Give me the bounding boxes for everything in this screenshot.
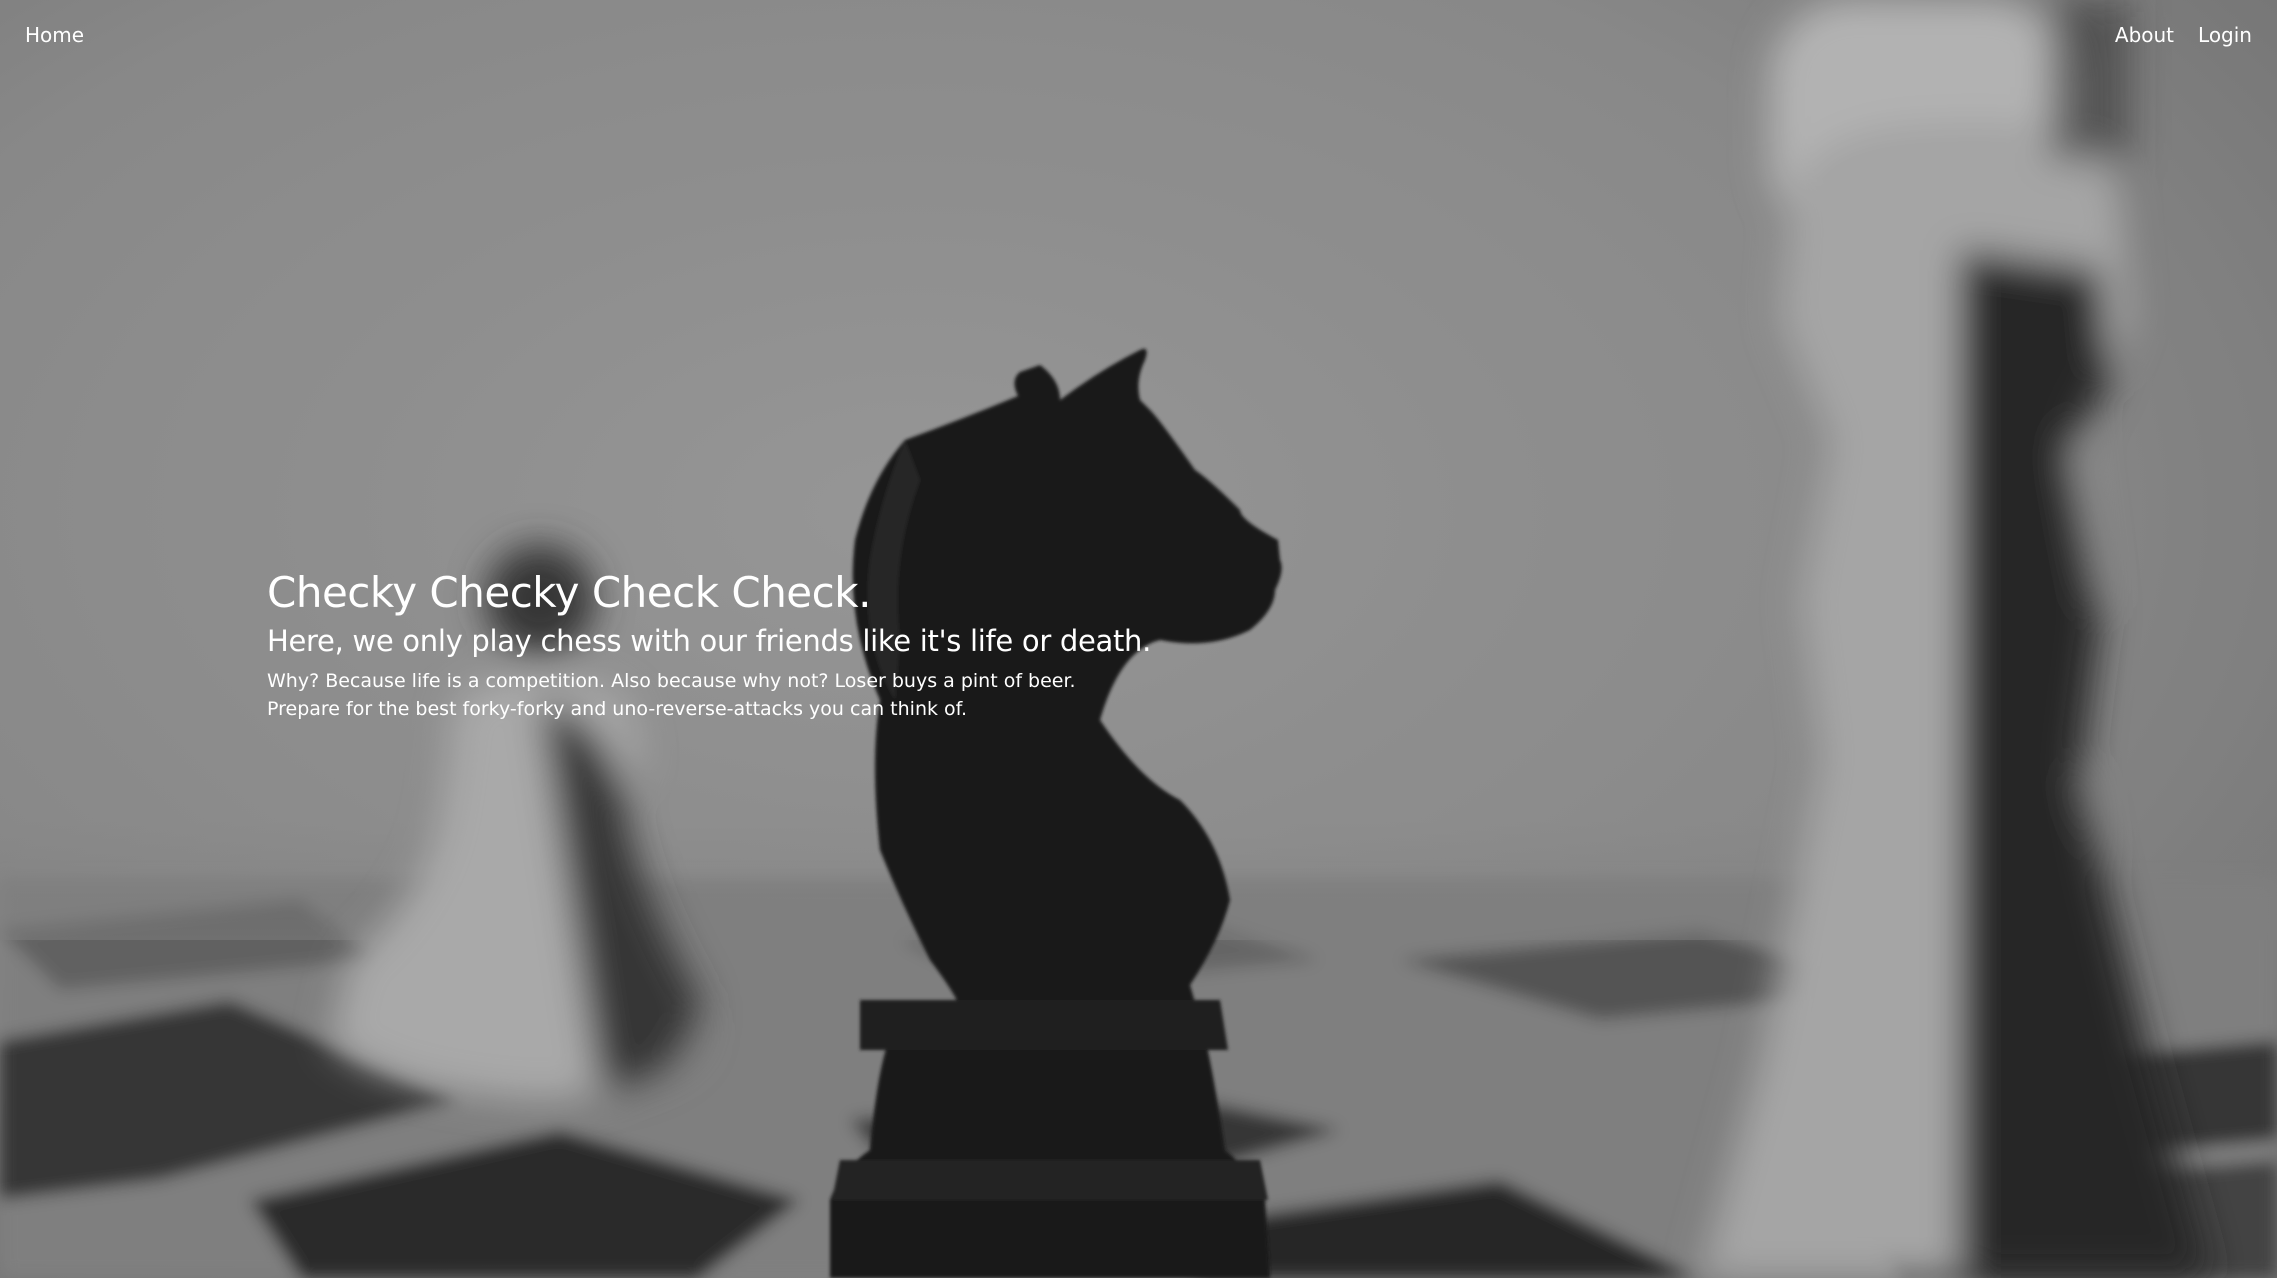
nav-login-link[interactable]: Login — [2198, 22, 2252, 48]
nav-right: About Login — [2115, 22, 2252, 48]
hero-subtitle: Here, we only play chess with our friend… — [267, 624, 1152, 658]
hero-description-line-1: Why? Because life is a competition. Also… — [267, 670, 1076, 692]
hero-description-line-2: Prepare for the best forky-forky and uno… — [267, 698, 968, 720]
hero-section: Checky Checky Check Check. Here, we only… — [267, 565, 1467, 723]
nav-left: Home — [25, 22, 84, 48]
hero-title: Checky Checky Check Check. — [267, 568, 871, 617]
nav-about-link[interactable]: About — [2115, 22, 2174, 48]
nav-home-link[interactable]: Home — [25, 23, 84, 47]
landing-page: Home About Login Checky Checky Check Che… — [0, 0, 2277, 1278]
